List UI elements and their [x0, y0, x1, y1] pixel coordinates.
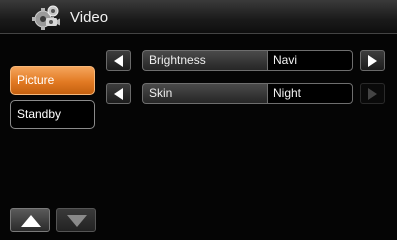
menu-item-picture[interactable]: Picture	[10, 66, 95, 95]
brightness-next-button[interactable]	[360, 50, 385, 71]
arrow-up-icon	[21, 215, 41, 227]
skin-value: Night	[267, 83, 353, 104]
brightness-prev-button[interactable]	[106, 50, 131, 71]
title-bar: Video	[0, 0, 397, 34]
gear-icon	[32, 5, 60, 30]
brightness-label: Brightness	[142, 50, 267, 71]
scroll-up-button[interactable]	[10, 208, 50, 232]
scroll-down-button[interactable]	[56, 208, 96, 232]
skin-label: Skin	[142, 83, 267, 104]
arrow-left-icon	[114, 55, 123, 67]
skin-next-button[interactable]	[360, 83, 385, 104]
video-settings-screen: Video Picture Standby Brightness Navi Sk…	[0, 0, 397, 240]
menu-item-standby[interactable]: Standby	[10, 100, 95, 129]
arrow-right-icon	[368, 88, 377, 100]
page-title: Video	[70, 9, 109, 26]
skin-prev-button[interactable]	[106, 83, 131, 104]
arrow-right-icon	[368, 55, 377, 67]
arrow-down-icon	[67, 215, 87, 227]
brightness-value: Navi	[267, 50, 353, 71]
arrow-left-icon	[114, 88, 123, 100]
